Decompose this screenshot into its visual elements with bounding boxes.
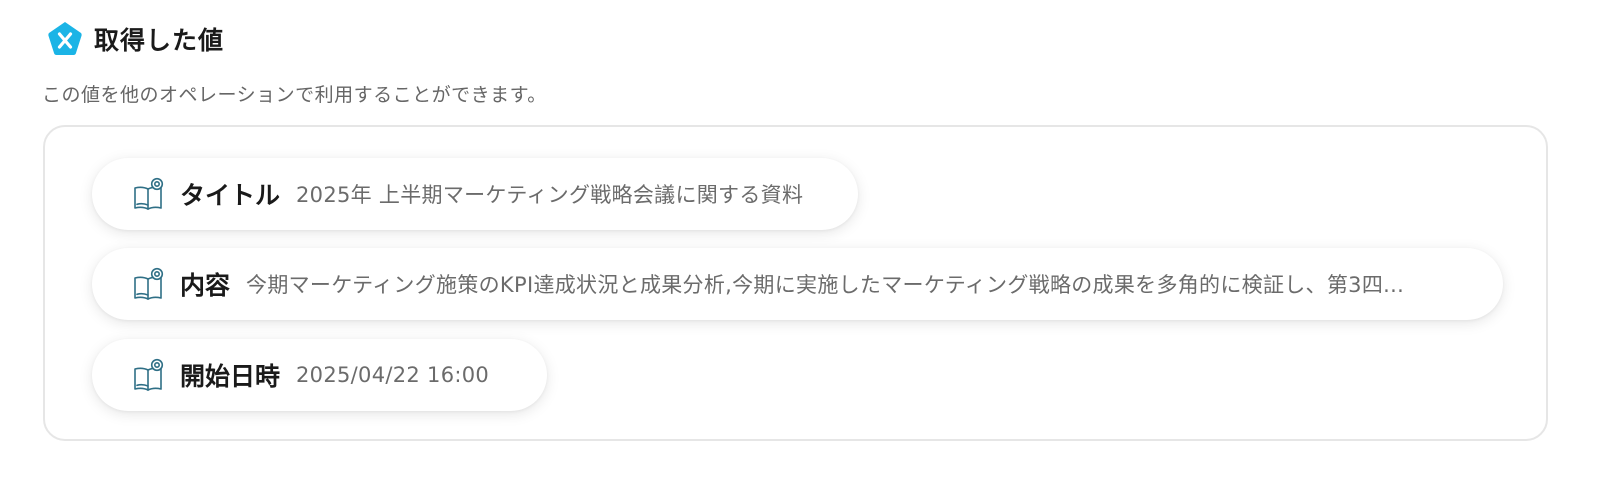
value-chip-title[interactable]: タイトル 2025年 上半期マーケティング戦略会議に関する資料 (92, 158, 858, 230)
value-text: 今期マーケティング施策のKPI達成状況と成果分析,今期に実施したマーケティング戦… (246, 273, 1405, 297)
section-title: 取得した値 (94, 26, 225, 55)
section-description: この値を他のオペレーションで利用することができます。 (42, 84, 547, 106)
value-text: 2025年 上半期マーケティング戦略会議に関する資料 (296, 183, 804, 207)
values-panel: タイトル 2025年 上半期マーケティング戦略会議に関する資料 内容 今期マーケ… (43, 125, 1548, 441)
value-chip-start-datetime[interactable]: 開始日時 2025/04/22 16:00 (92, 339, 547, 411)
book-icon (132, 177, 164, 211)
book-icon (132, 267, 164, 301)
section-header: 取得した値 (46, 20, 224, 58)
value-label: 内容 (180, 271, 231, 300)
value-label: タイトル (180, 181, 281, 210)
book-icon (132, 358, 164, 392)
value-label: 開始日時 (180, 362, 281, 391)
value-text: 2025/04/22 16:00 (296, 363, 490, 387)
x-pentagon-icon (46, 20, 84, 58)
value-chip-content[interactable]: 内容 今期マーケティング施策のKPI達成状況と成果分析,今期に実施したマーケティ… (92, 248, 1503, 320)
